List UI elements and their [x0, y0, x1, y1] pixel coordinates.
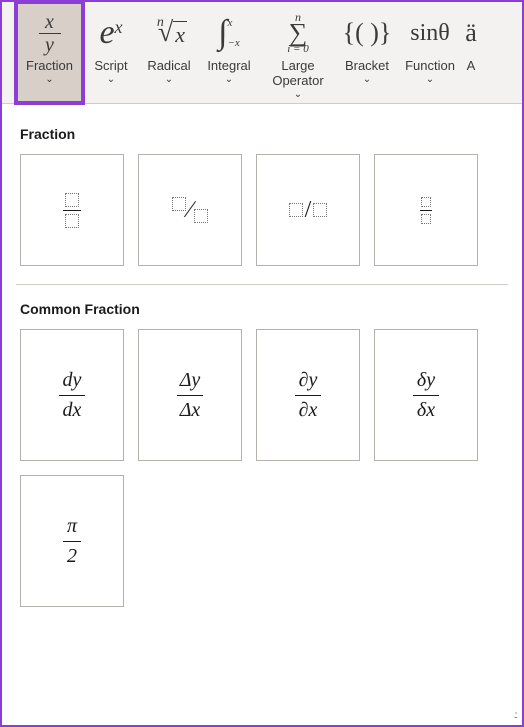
- fraction-small-delta-y-x[interactable]: δy δx: [374, 329, 478, 461]
- common-fraction-section: Common Fraction dy dx Δy Δx ∂y: [16, 291, 508, 625]
- chevron-down-icon: ⌄: [107, 76, 115, 84]
- fraction-dropdown[interactable]: x y Fraction ⌄: [16, 2, 83, 103]
- fraction-linear[interactable]: /: [256, 154, 360, 266]
- denominator: dx: [63, 399, 82, 422]
- script-dropdown[interactable]: ex Script ⌄: [83, 2, 139, 103]
- fraction-small[interactable]: [374, 154, 478, 266]
- accent-icon: ä: [465, 8, 477, 58]
- function-icon: sinθ: [410, 8, 450, 58]
- fraction-gallery-panel: Fraction ∕: [2, 104, 522, 725]
- numerator: Δy: [180, 369, 201, 392]
- fraction-stacked[interactable]: [20, 154, 124, 266]
- chevron-down-icon: ⌄: [45, 76, 53, 84]
- script-label: Script: [92, 58, 129, 74]
- accent-label: A: [465, 58, 478, 74]
- accent-dropdown-cutoff[interactable]: ä A: [463, 2, 479, 103]
- bracket-dropdown[interactable]: {( )} Bracket ⌄: [337, 2, 397, 103]
- function-dropdown[interactable]: sinθ Function ⌄: [397, 2, 463, 103]
- integral-label: Integral: [205, 58, 252, 74]
- fraction-dy-dx[interactable]: dy dx: [20, 329, 124, 461]
- fraction-delta-y-delta-x[interactable]: Δy Δx: [138, 329, 242, 461]
- bracket-label: Bracket: [343, 58, 391, 74]
- fraction-pi-over-2[interactable]: π 2: [20, 475, 124, 607]
- denominator: ∂x: [299, 399, 318, 422]
- fraction-label: Fraction: [24, 58, 75, 74]
- radical-label: Radical: [145, 58, 192, 74]
- script-icon: ex: [99, 8, 122, 58]
- radical-icon: n√x: [151, 8, 187, 58]
- chevron-down-icon: ⌄: [363, 76, 371, 84]
- common-fraction-title: Common Fraction: [16, 291, 508, 325]
- function-label: Function: [403, 58, 457, 74]
- equation-ribbon: x y Fraction ⌄ ex Script ⌄ n√x Radical ⌄…: [2, 2, 522, 104]
- chevron-down-icon: ⌄: [426, 76, 434, 84]
- fraction-section-title: Fraction: [16, 116, 508, 150]
- numerator: π: [67, 515, 77, 538]
- numerator: dy: [63, 369, 82, 392]
- numerator: δy: [417, 369, 435, 392]
- integral-icon: ∫ x−x: [218, 8, 240, 58]
- sigma-icon: n ∑ i = 0: [287, 8, 308, 58]
- chevron-down-icon: ⌄: [294, 91, 302, 99]
- fraction-partial-y-partial-x[interactable]: ∂y ∂x: [256, 329, 360, 461]
- denominator: 2: [67, 545, 77, 568]
- integral-dropdown[interactable]: ∫ x−x Integral ⌄: [199, 2, 259, 103]
- fraction-tile-row: ∕ /: [16, 150, 508, 266]
- resize-grip-icon[interactable]: .::: [514, 710, 516, 721]
- large-operator-label: Large Operator: [270, 58, 325, 89]
- radical-dropdown[interactable]: n√x Radical ⌄: [139, 2, 199, 103]
- denominator: Δx: [180, 399, 201, 422]
- fraction-icon: x y: [39, 8, 61, 58]
- denominator: δx: [417, 399, 435, 422]
- chevron-down-icon: ⌄: [225, 76, 233, 84]
- bracket-icon: {( )}: [343, 8, 392, 58]
- fraction-section: Fraction ∕: [16, 116, 508, 285]
- large-operator-dropdown[interactable]: n ∑ i = 0 Large Operator ⌄: [259, 2, 337, 103]
- fraction-skewed[interactable]: ∕: [138, 154, 242, 266]
- common-fraction-row: dy dx Δy Δx ∂y ∂x: [16, 325, 508, 607]
- numerator: ∂y: [299, 369, 318, 392]
- chevron-down-icon: ⌄: [165, 76, 173, 84]
